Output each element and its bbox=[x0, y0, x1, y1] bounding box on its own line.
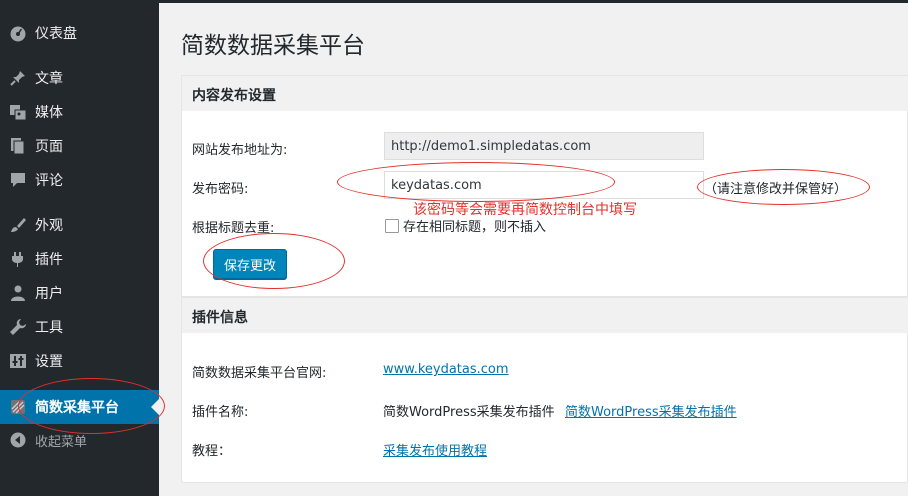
sidebar-item-pages[interactable]: 页面 bbox=[0, 129, 159, 163]
sidebar-item-tools[interactable]: 工具 bbox=[0, 310, 159, 344]
sidebar-item-users[interactable]: 用户 bbox=[0, 276, 159, 310]
sidebar-item-label: 插件 bbox=[35, 252, 63, 268]
sidebar-item-label: 评论 bbox=[35, 173, 63, 189]
website-label: 简数数据采集平台官网: bbox=[192, 366, 327, 381]
sidebar-item-plugins[interactable]: 插件 bbox=[0, 242, 159, 276]
url-label: 网站发布地址为: bbox=[192, 143, 288, 158]
publish-url-value: http://demo1.simpledatas.com bbox=[391, 138, 591, 154]
collapse-menu-button[interactable]: 收起菜单 bbox=[0, 423, 159, 457]
plugin-info-heading: 插件信息 bbox=[192, 310, 248, 326]
page-icon bbox=[8, 136, 28, 156]
active-menu-arrow bbox=[151, 399, 159, 415]
sidebar-item-label: 文章 bbox=[35, 71, 63, 87]
plugin-name-label: 插件名称: bbox=[192, 405, 249, 420]
sidebar-item-settings[interactable]: 设置 bbox=[0, 344, 159, 378]
pin-icon bbox=[8, 68, 28, 88]
website-link[interactable]: www.keydatas.com bbox=[383, 362, 509, 377]
publish-url-field[interactable]: http://demo1.simpledatas.com bbox=[384, 132, 704, 160]
plugin-logo-icon bbox=[8, 397, 28, 417]
sidebar-item-dashboard[interactable]: 仪表盘 bbox=[0, 16, 159, 50]
sidebar-item-appearance[interactable]: 外观 bbox=[0, 208, 159, 242]
admin-sidebar: 仪表盘 文章 媒体 页面 评论 外观 插件 用户 工具 设置 简数采集平台 收起… bbox=[0, 0, 159, 496]
brush-icon bbox=[8, 215, 28, 235]
sidebar-item-label: 简数采集平台 bbox=[35, 400, 119, 416]
sidebar-item-comments[interactable]: 评论 bbox=[0, 163, 159, 197]
plugin-info-header: 插件信息 bbox=[181, 297, 908, 334]
sidebar-item-label: 工具 bbox=[35, 320, 63, 336]
sidebar-item-media[interactable]: 媒体 bbox=[0, 95, 159, 129]
sidebar-item-keydatas[interactable]: 简数采集平台 bbox=[0, 390, 159, 424]
sidebar-item-label: 页面 bbox=[35, 139, 63, 155]
publish-settings-heading: 内容发布设置 bbox=[192, 88, 276, 104]
dedupe-checkbox[interactable] bbox=[385, 219, 399, 233]
main-content: 简数数据采集平台 内容发布设置 网站发布地址为: http://demo1.si… bbox=[159, 0, 908, 496]
dedupe-label: 根据标题去重: bbox=[192, 221, 275, 236]
sidebar-item-posts[interactable]: 文章 bbox=[0, 61, 159, 95]
media-icon bbox=[8, 102, 28, 122]
publish-password-value: keydatas.com bbox=[391, 177, 482, 193]
plugin-name-value: 简数WordPress采集发布插件 bbox=[383, 405, 555, 420]
sidebar-item-label: 收起菜单 bbox=[35, 434, 88, 450]
dashboard-icon bbox=[8, 23, 28, 43]
sidebar-item-label: 媒体 bbox=[35, 105, 63, 121]
user-icon bbox=[8, 283, 28, 303]
save-button[interactable]: 保存更改 bbox=[213, 249, 288, 279]
plugin-icon bbox=[8, 249, 28, 269]
sidebar-item-label: 外观 bbox=[35, 218, 63, 234]
publish-password-field[interactable]: keydatas.com bbox=[384, 171, 704, 199]
tutorial-label: 教程： bbox=[192, 444, 232, 459]
sidebar-item-label: 仪表盘 bbox=[35, 26, 77, 42]
password-label: 发布密码: bbox=[192, 182, 249, 197]
comment-icon bbox=[8, 170, 28, 190]
tutorial-link[interactable]: 采集发布使用教程 bbox=[383, 440, 487, 459]
password-hint: （请注意修改并保管好） bbox=[704, 182, 848, 197]
sidebar-item-label: 用户 bbox=[35, 286, 63, 302]
wrench-icon bbox=[8, 317, 28, 337]
page-title: 简数数据采集平台 bbox=[181, 33, 365, 59]
sidebar-item-label: 设置 bbox=[35, 354, 63, 370]
settings-icon bbox=[8, 351, 28, 371]
collapse-icon bbox=[8, 430, 28, 450]
publish-settings-header: 内容发布设置 bbox=[181, 75, 908, 112]
plugin-name-link[interactable]: 简数WordPress采集发布插件 bbox=[565, 401, 737, 420]
save-button-label: 保存更改 bbox=[224, 258, 277, 274]
dedupe-option-label[interactable]: 存在相同标题，则不插入 bbox=[403, 216, 546, 235]
